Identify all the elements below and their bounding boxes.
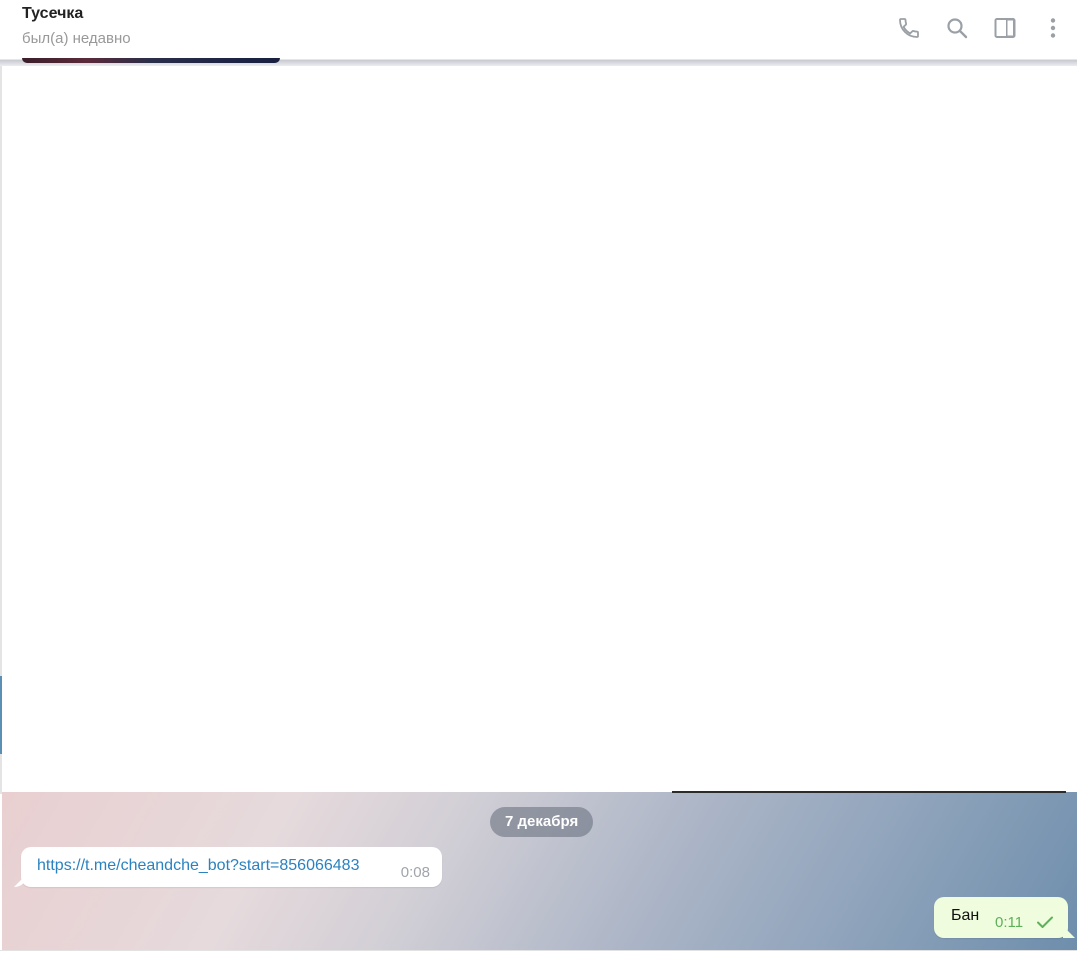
media-edge — [672, 791, 1066, 793]
message-list[interactable]: 7 декабря https://t.me/cheandche_bot?sta… — [2, 792, 1077, 950]
more-vertical-icon — [1050, 18, 1056, 38]
message-outgoing[interactable]: Бан 0:11 — [934, 897, 1068, 938]
sidebar-toggle-icon — [994, 18, 1016, 38]
chat-window: Тусечка был(а) недавно 7 декабря https:/… — [0, 0, 1077, 960]
header-actions — [885, 0, 1077, 56]
sidebar-toggle-button[interactable] — [981, 4, 1029, 52]
message-text: Бан — [951, 907, 980, 924]
check-icon — [1037, 916, 1053, 928]
media-preview[interactable] — [22, 58, 280, 63]
chat-status: был(а) недавно — [22, 30, 131, 47]
more-button[interactable] — [1029, 4, 1077, 52]
date-separator: 7 декабря — [490, 807, 594, 837]
search-button[interactable] — [933, 4, 981, 52]
message-time: 0:11 — [995, 914, 1024, 931]
composer-bar[interactable] — [0, 950, 1077, 960]
chat-header: Тусечка был(а) недавно — [0, 0, 1077, 60]
search-icon — [947, 18, 968, 39]
phone-icon — [899, 18, 919, 38]
chat-title[interactable]: Тусечка — [22, 5, 83, 23]
message-time: 0:08 — [400, 864, 430, 881]
call-button[interactable] — [885, 4, 933, 52]
message-link[interactable]: https://t.me/cheandche_bot?start=8560664… — [37, 857, 359, 875]
scroll-indicator — [0, 676, 2, 754]
message-incoming[interactable]: https://t.me/cheandche_bot?start=8560664… — [21, 847, 442, 887]
